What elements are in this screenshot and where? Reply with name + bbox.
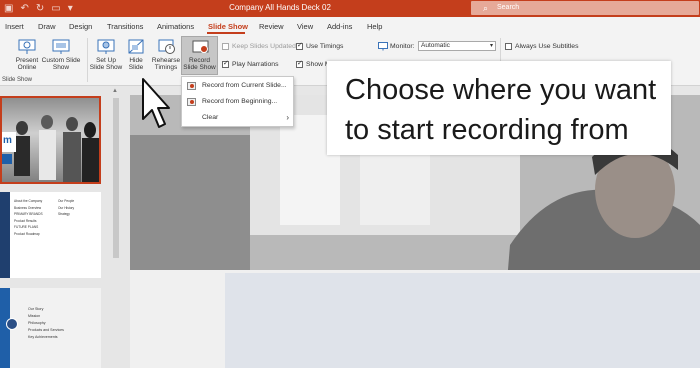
set-up-slide-show-icon [97,39,115,57]
search-box[interactable]: ⌕ Search [471,1,699,15]
instruction-callout: Choose where you want to start recording… [327,61,671,155]
search-placeholder: Search [497,4,520,11]
quick-access-toolbar: ▣ ↶ ↻ ▭ ▾ [4,3,73,14]
play-narrations-checkbox[interactable]: Play Narrations [222,59,279,68]
monitor-value: Automatic [421,42,450,49]
always-use-subtitles-checkbox[interactable]: Always Use Subtitles [505,43,578,50]
agenda-item: Strategy [58,212,70,216]
monitor-select[interactable]: Automatic ▾ [418,41,496,51]
keep-slides-updated-label: Keep Slides Updated [232,43,296,50]
monitor-label: Monitor: [390,43,415,50]
show-media-checkbox[interactable]: Show M [296,59,331,68]
customize-qat-icon[interactable]: ▾ [68,3,73,14]
checkbox-box [222,59,229,68]
record-slide-show-label: Record Slide Show [182,57,217,71]
undo-icon[interactable]: ↶ [20,3,28,14]
chevron-right-icon: › [286,113,289,122]
slide-thumbnail-1[interactable]: m [0,96,101,184]
active-tab-indicator [207,32,245,34]
record-dropdown-menu: Record from Current Slide... Record from… [181,76,294,127]
custom-slide-show-button[interactable]: Custom Slide Show [40,57,82,71]
group-separator [87,38,88,82]
present-online-icon [18,39,36,57]
thumbnail-sidebar [0,192,10,278]
monitor-icon [378,42,388,53]
hide-slide-label: Hide Slide [128,57,144,71]
thumbnail-list: Our Story Mission Philosophy Products an… [28,306,64,341]
slide-thumbnail-pane: m About the Company Business Overview PR… [0,86,121,368]
record-icon [192,40,210,56]
play-narrations-label: Play Narrations [232,61,279,68]
thumbnail-title-text: m [3,135,12,146]
record-current-icon [187,82,196,90]
hide-slide-button[interactable]: Hide Slide [124,57,148,71]
start-from-beginning-icon[interactable]: ▭ [51,3,60,14]
tab-transitions[interactable]: Transitions [107,22,143,31]
record-from-current-label: Record from Current Slide... [202,82,287,89]
search-icon: ⌕ [483,3,489,13]
slide-thumbnail-3[interactable]: Our Story Mission Philosophy Products an… [0,288,101,368]
mouse-pointer-icon [141,77,171,133]
thumbnail-photo [2,98,99,182]
document-title: Company All Hands Deck 02 [229,3,331,12]
tab-animations[interactable]: Animations [157,22,194,31]
scrollbar-thumb[interactable] [113,98,119,258]
set-up-slide-show-label: Set Up Slide Show [89,57,123,71]
hide-slide-icon [128,39,144,57]
list-item: Products and Services [28,328,64,332]
record-slide-show-text: Record Slide Show [183,57,216,71]
tab-review[interactable]: Review [259,22,284,31]
thumbnail-title-box: m [2,132,16,152]
rehearse-timings-icon [158,39,176,57]
tab-slide-show[interactable]: Slide Show [208,22,248,31]
thumbnail-accent-block [2,154,12,164]
checkbox-box [505,43,512,50]
list-item: Philosophy [28,321,46,325]
use-timings-checkbox[interactable]: Use Timings [296,41,344,50]
record-slide-show-button[interactable]: Record Slide Show [181,36,218,75]
title-bar: ▣ ↶ ↻ ▭ ▾ Company All Hands Deck 02 ⌕ Se… [0,0,700,17]
list-item: Key Achievements [28,335,58,339]
clear-label: Clear [202,114,219,121]
tab-draw[interactable]: Draw [38,22,56,31]
rehearse-timings-button[interactable]: Rehearse Timings [150,57,182,71]
checkbox-box [222,43,229,50]
agenda-item: Product Roadmap [14,231,40,236]
list-item: Mission [28,314,41,318]
save-icon[interactable]: ▣ [4,3,13,14]
tab-add-ins[interactable]: Add-ins [327,22,352,31]
tab-design[interactable]: Design [69,22,92,31]
checkbox-box [296,41,303,50]
record-from-current-slide-item[interactable]: Record from Current Slide... [182,79,293,93]
slide-thumbnail-2[interactable]: About the Company Business Overview PRIM… [0,192,101,278]
present-online-label: Present Online [15,57,39,71]
scroll-up-icon[interactable]: ▲ [112,88,118,94]
agenda-column-1: About the Company Business Overview PRIM… [14,198,59,237]
callout-text: Choose where you want to start recording… [345,74,657,146]
always-use-subtitles-label: Always Use Subtitles [515,43,579,50]
tab-view[interactable]: View [297,22,313,31]
checkbox-box [296,59,303,68]
ribbon-tabs: Insert Draw Design Transitions Animation… [0,17,700,36]
chevron-down-icon: ▾ [489,43,493,49]
tab-insert[interactable]: Insert [5,22,24,31]
present-online-button[interactable]: Present Online [13,57,41,71]
custom-slide-show-icon [52,39,70,57]
tab-help[interactable]: Help [367,22,382,31]
group-label: Slide Show [2,77,33,83]
agenda-column-2: Our People Our History Strategy [58,198,98,218]
record-beginning-icon [187,98,196,106]
use-timings-label: Use Timings [306,43,344,50]
custom-slide-show-label: Custom Slide Show [41,57,81,71]
redo-icon[interactable]: ↻ [36,3,44,14]
record-from-beginning-label: Record from Beginning... [202,98,278,105]
clear-menu-item[interactable]: Clear › [182,111,293,125]
keep-slides-updated-checkbox[interactable]: Keep Slides Updated [222,43,296,50]
rehearse-timings-label: Rehearse Timings [151,57,181,71]
list-item: Our Story [28,307,44,311]
thumbnail-info-icon [6,318,18,330]
set-up-slide-show-button[interactable]: Set Up Slide Show [89,57,123,71]
record-from-beginning-item[interactable]: Record from Beginning... [182,95,293,109]
